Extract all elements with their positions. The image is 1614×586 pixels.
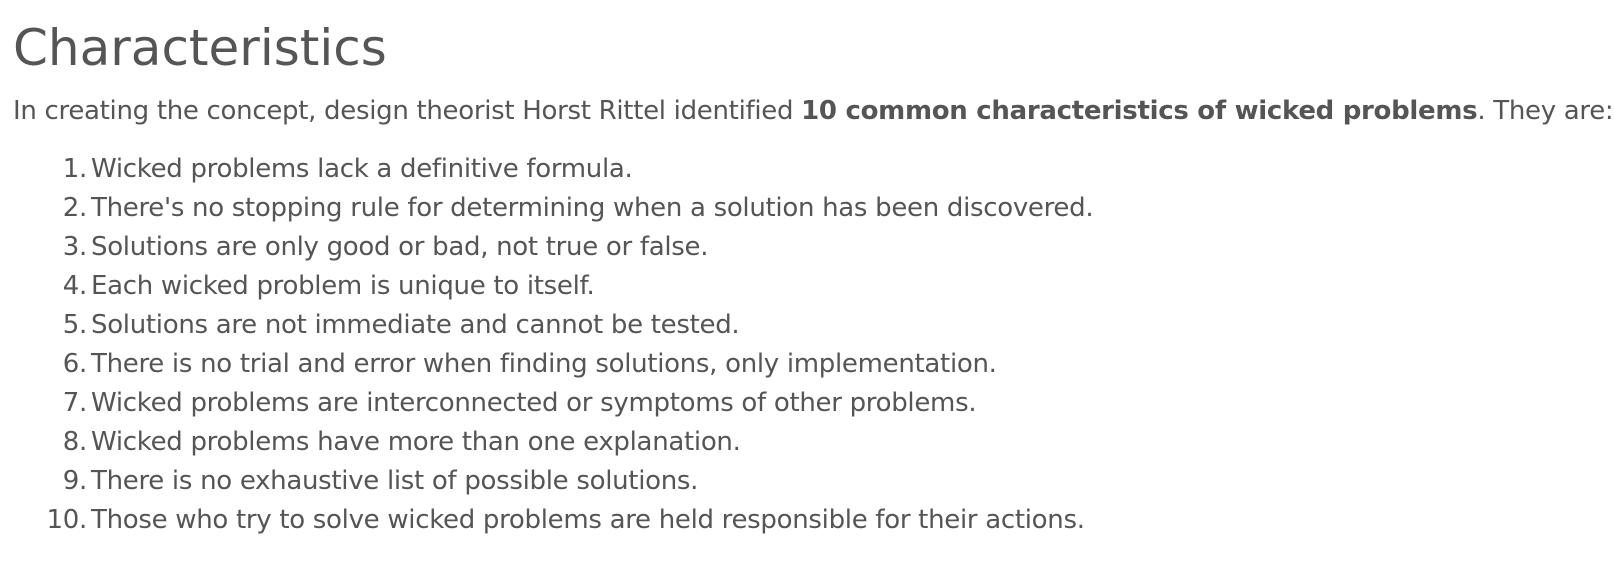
list-item: 4. Each wicked problem is unique to itsel… [13,267,1614,306]
intro-paragraph: In creating the concept, design theorist… [13,94,1614,128]
list-item: 2. There's no stopping rule for determini… [13,189,1614,228]
section-heading: Characteristics [13,19,387,77]
list-item-number: 2. [62,193,88,223]
list-item: 8. Wicked problems have more than one exp… [13,423,1614,462]
list-item-number: 9. [62,466,88,496]
list-item-text: There's no stopping rule for determining… [91,193,1094,223]
list-item-number: 7. [62,388,88,418]
list-item-number: 3. [62,232,88,262]
list-item-number: 8. [62,427,88,457]
list-item-text: Those who try to solve wicked problems a… [91,505,1085,535]
list-item: 3. Solutions are only good or bad, not tr… [13,228,1614,267]
list-item-text: Solutions are not immediate and cannot b… [91,310,740,340]
list-item-number: 5. [62,310,88,340]
list-item-text: Wicked problems are interconnected or sy… [91,388,977,418]
list-item: 10. Those who try to solve wicked problem… [13,501,1614,540]
list-item: 6. There is no trial and error when findi… [13,345,1614,384]
list-item-text: Solutions are only good or bad, not true… [91,232,709,262]
list-item-text: Wicked problems have more than one expla… [91,427,741,457]
list-item: 9. There is no exhaustive list of possibl… [13,462,1614,501]
list-item-text: There is no exhaustive list of possible … [91,466,699,496]
list-item-number: 6. [62,349,88,379]
list-item: 1. Wicked problems lack a definitive form… [13,150,1614,189]
intro-bold-text: 10 common characteristics of wicked prob… [801,96,1478,126]
list-item-number: 1. [62,154,88,184]
intro-text-after: . They are: [1477,96,1614,126]
list-item-text: Wicked problems lack a definitive formul… [91,154,633,184]
list-item: 5. Solutions are not immediate and cannot… [13,306,1614,345]
article-content: Characteristics In creating the concept,… [0,0,1614,540]
list-item-number: 10. [46,505,88,535]
list-item: 7. Wicked problems are interconnected or … [13,384,1614,423]
list-item-text: Each wicked problem is unique to itself. [91,271,595,301]
list-item-text: There is no trial and error when finding… [91,349,997,379]
intro-text-before: In creating the concept, design theorist… [13,96,802,126]
list-item-number: 4. [62,271,88,301]
characteristics-list: 1. Wicked problems lack a definitive form… [13,150,1614,540]
